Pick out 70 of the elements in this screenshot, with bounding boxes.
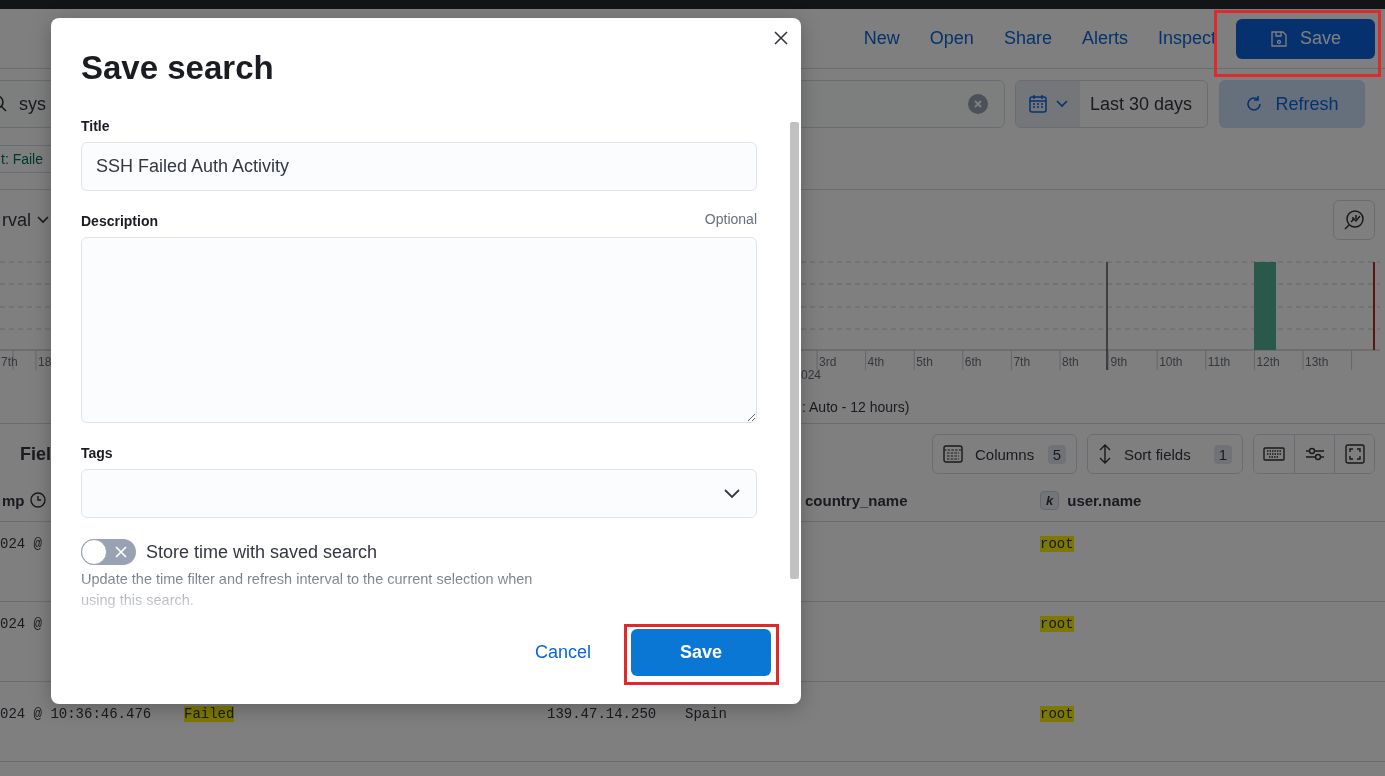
- axis-label: 11th: [1207, 355, 1231, 369]
- table-cell: root: [1040, 616, 1074, 632]
- cancel-link[interactable]: Cancel: [534, 642, 591, 663]
- chart-options-button[interactable]: [1333, 200, 1375, 240]
- axis-label: 5th: [916, 355, 933, 369]
- table-cell: 024 @ 10:36:46.476: [0, 706, 152, 722]
- interval-note: : Auto - 12 hours): [802, 399, 910, 415]
- refresh-button[interactable]: Refresh: [1219, 80, 1365, 128]
- close-icon[interactable]: [774, 31, 788, 45]
- toggle-label: Store time with saved search: [146, 541, 378, 563]
- table-cell: 024 @: [0, 616, 42, 632]
- axis-label: 3rd: [819, 355, 837, 369]
- axis-label: 12th: [1256, 355, 1280, 369]
- dialog-title: Save search: [81, 48, 275, 88]
- toggle-switch[interactable]: [81, 539, 136, 565]
- table-cell: Failed: [184, 706, 235, 722]
- cross-icon: [115, 546, 127, 558]
- chevron-down-icon: [724, 488, 740, 499]
- table-cell: Spain: [685, 706, 727, 722]
- sliders-icon: [1304, 446, 1325, 462]
- axis-label: 6th: [964, 355, 982, 369]
- axis-label: 4th: [867, 355, 885, 369]
- interval-selector[interactable]: rval: [2, 209, 49, 231]
- table-cell: root: [1040, 706, 1074, 722]
- chevron-down-icon: [1056, 100, 1068, 108]
- fullscreen-button[interactable]: [1334, 435, 1374, 473]
- column-header[interactable]: mp: [2, 491, 685, 509]
- keyboard-icon: [1263, 447, 1285, 461]
- fields-heading: Fiel: [20, 443, 51, 465]
- table-cell: root: [1040, 536, 1074, 552]
- axis-label: 9th: [1110, 355, 1128, 369]
- axis-label: 10th: [1159, 355, 1183, 369]
- table-icon: [943, 444, 963, 464]
- field-label: Title: [81, 117, 111, 136]
- fullscreen-icon: [1344, 444, 1365, 464]
- axis-label: 024: [801, 368, 822, 382]
- sort-icon: [1098, 444, 1112, 464]
- columns-button[interactable]: Columns 5: [932, 434, 1077, 474]
- calendar-icon: [1028, 94, 1048, 114]
- field-label: Description: [81, 212, 158, 231]
- axis-label: 13th: [1305, 355, 1329, 369]
- clock-icon: [29, 492, 46, 508]
- nav-link[interactable]: Inspect: [1157, 28, 1216, 49]
- table-cell: 139.47.14.250: [547, 706, 657, 722]
- description-input[interactable]: [81, 237, 757, 423]
- chevron-down-icon: [37, 216, 49, 224]
- chart-search-icon: [1343, 209, 1365, 231]
- axis-label: 8th: [1062, 355, 1079, 369]
- axis-label: 7th: [1013, 355, 1031, 369]
- nav-link[interactable]: New: [863, 28, 900, 49]
- sort-fields-button[interactable]: Sort fields 1: [1087, 434, 1243, 474]
- date-picker[interactable]: Last 30 days: [1015, 80, 1208, 128]
- save-icon: [1270, 29, 1288, 48]
- axis-label: 7th: [1, 355, 18, 369]
- table-cell: 024 @: [0, 536, 42, 552]
- optional-hint: Optional: [704, 211, 757, 229]
- refresh-icon: [1245, 95, 1264, 113]
- nav-link[interactable]: Alerts: [1081, 28, 1128, 49]
- column-header[interactable]: country_name: [805, 491, 908, 509]
- save-button[interactable]: Save: [1236, 18, 1375, 59]
- save-button[interactable]: Save: [631, 629, 771, 676]
- title-input[interactable]: SSH Failed Auth Activity: [81, 142, 757, 191]
- field-type-badge: k: [1040, 490, 1060, 510]
- nav-link[interactable]: Share: [1003, 28, 1052, 49]
- axis-label: 18: [38, 355, 52, 369]
- column-header[interactable]: user.name: [1067, 491, 1142, 509]
- nav-link[interactable]: Open: [929, 28, 974, 49]
- clear-icon[interactable]: [968, 94, 988, 114]
- help-text: Update the time filter and refresh interval to the current selection when using this search.: [81, 570, 534, 610]
- field-label: Tags: [81, 444, 113, 463]
